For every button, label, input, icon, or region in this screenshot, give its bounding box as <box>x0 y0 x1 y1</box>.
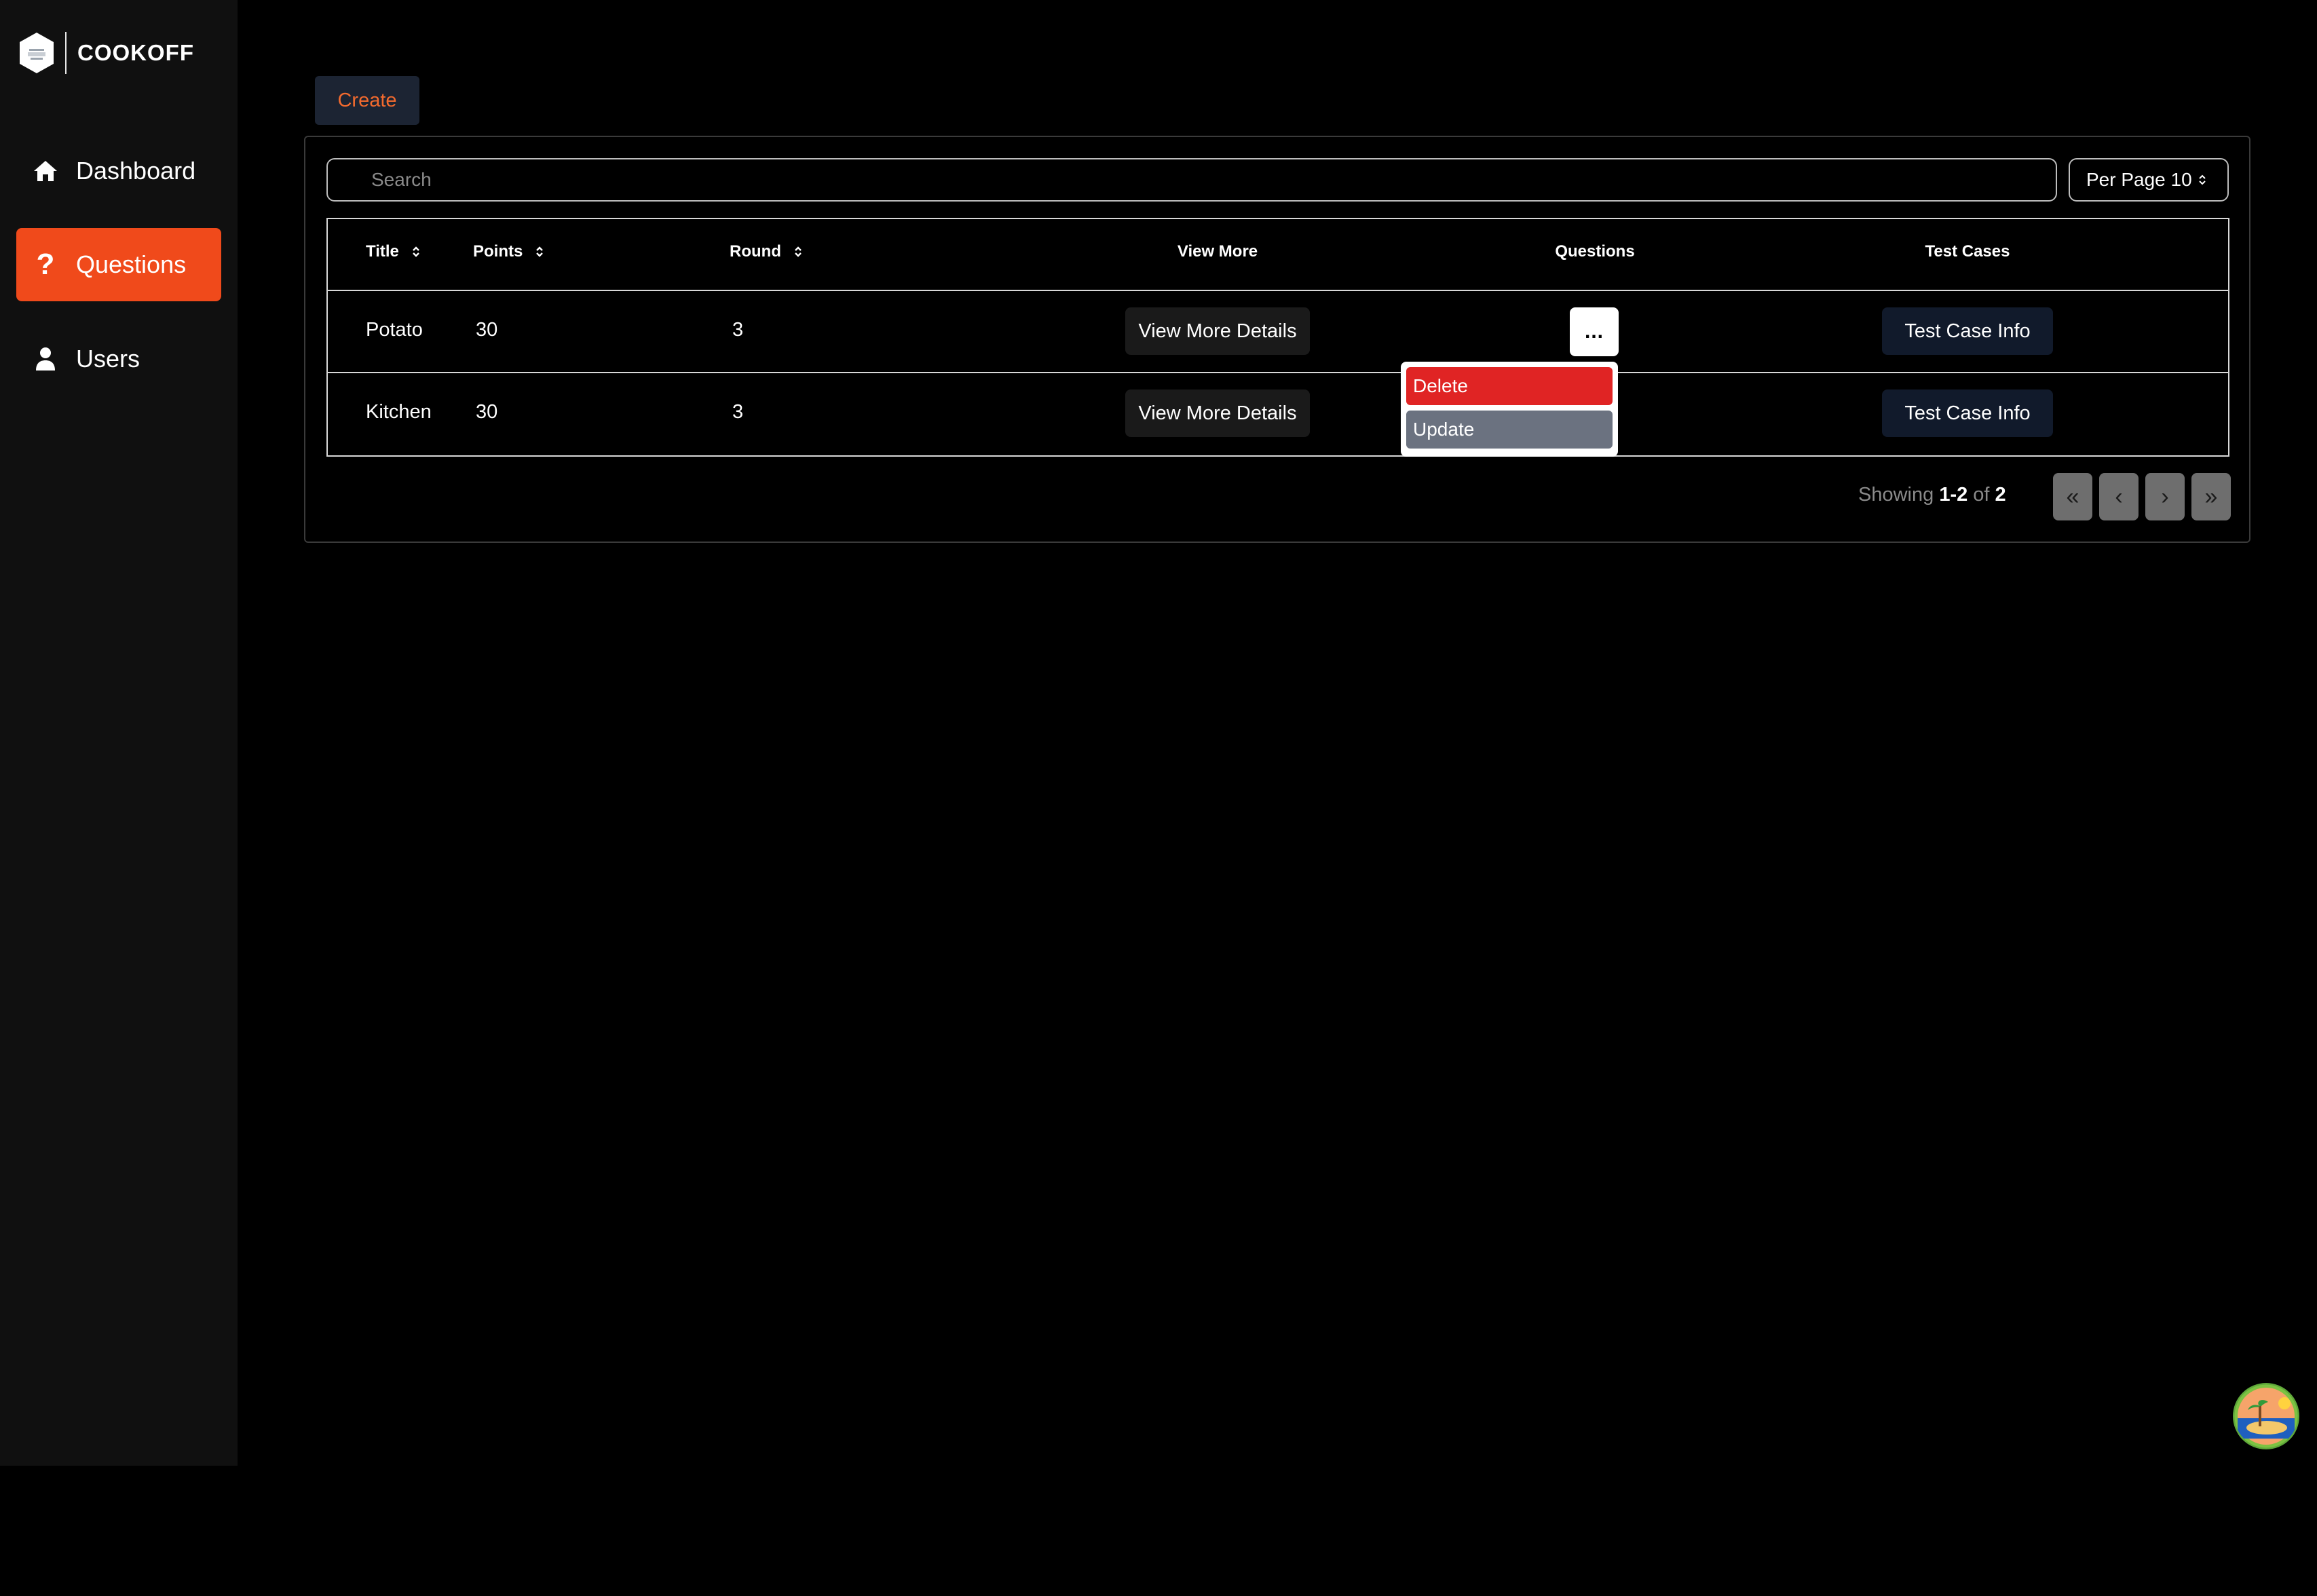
sort-icon[interactable] <box>535 244 544 259</box>
question-icon: ? <box>36 248 55 281</box>
chevron-left-icon: ‹ <box>2115 483 2123 510</box>
pagination-status: Showing 1-2 of 2 <box>1858 484 2006 506</box>
table-divider <box>328 372 2228 373</box>
user-icon <box>31 345 60 373</box>
sort-icon[interactable] <box>411 244 421 259</box>
showing-of: of <box>1973 484 1990 506</box>
cell-points: 30 <box>476 319 498 341</box>
cell-points: 30 <box>476 401 498 423</box>
sidebar-item-users[interactable]: Users <box>16 322 221 396</box>
delete-menu-item[interactable]: Delete <box>1406 367 1613 405</box>
app-logo[interactable]: COOKOFF <box>18 31 194 75</box>
sidebar-item-label: Dashboard <box>76 157 196 185</box>
column-header-label: Title <box>366 242 399 261</box>
sidebar-item-dashboard[interactable]: Dashboard <box>16 134 221 208</box>
app-name: COOKOFF <box>77 40 194 65</box>
logo-divider <box>65 32 67 74</box>
actions-dropdown: Delete Update <box>1401 362 1618 457</box>
prev-page-button[interactable]: ‹ <box>2099 473 2139 520</box>
column-header-label: Round <box>730 242 781 261</box>
column-header-points[interactable]: Points <box>473 242 544 261</box>
showing-total: 2 <box>1995 484 2006 506</box>
cell-round: 3 <box>732 319 744 341</box>
sidebar-item-questions[interactable]: ? Questions <box>16 228 221 301</box>
next-page-button[interactable]: › <box>2145 473 2185 520</box>
sidebar-item-label: Users <box>76 345 140 373</box>
double-chevron-right-icon: » <box>2204 483 2218 510</box>
column-header-title[interactable]: Title <box>366 242 421 261</box>
double-chevron-left-icon: « <box>2066 483 2079 510</box>
island-avatar-icon <box>2233 1383 2299 1449</box>
home-icon <box>31 157 60 185</box>
search-input[interactable] <box>326 158 2057 202</box>
sidebar: COOKOFF Dashboard ? Questions Users <box>0 0 238 1466</box>
column-header-questions: Questions <box>1555 242 1635 261</box>
create-button[interactable]: Create <box>315 76 419 125</box>
logo-hexagon-icon <box>20 33 54 73</box>
column-header-label: Points <box>473 242 523 261</box>
showing-prefix: Showing <box>1858 484 1934 506</box>
last-page-button[interactable]: » <box>2191 473 2231 520</box>
cell-round: 3 <box>732 401 744 423</box>
per-page-select[interactable]: Per Page 10 <box>2069 158 2229 202</box>
showing-range: 1-2 <box>1939 484 1968 506</box>
floating-avatar[interactable] <box>2233 1383 2299 1449</box>
chevron-right-icon: › <box>2161 483 2169 510</box>
table-divider <box>328 290 2228 291</box>
per-page-label: Per Page 10 <box>2086 169 2192 190</box>
view-more-details-button[interactable]: View More Details <box>1125 390 1310 437</box>
sidebar-item-label: Questions <box>76 250 187 278</box>
questions-table: Title Points Round View More Questions T… <box>326 218 2229 457</box>
cell-title: Potato <box>366 319 423 341</box>
column-header-test-cases: Test Cases <box>1925 242 2010 261</box>
test-case-info-button[interactable]: Test Case Info <box>1882 307 2053 355</box>
column-header-round[interactable]: Round <box>730 242 803 261</box>
cell-title: Kitchen <box>366 401 432 423</box>
sort-icon[interactable] <box>793 244 803 259</box>
chevron-up-down-icon <box>2198 173 2207 187</box>
more-actions-button[interactable]: ... <box>1570 307 1619 356</box>
column-header-view-more: View More <box>1177 242 1258 261</box>
view-more-details-button[interactable]: View More Details <box>1125 307 1310 355</box>
first-page-button[interactable]: « <box>2053 473 2092 520</box>
test-case-info-button[interactable]: Test Case Info <box>1882 390 2053 437</box>
update-menu-item[interactable]: Update <box>1406 411 1613 449</box>
